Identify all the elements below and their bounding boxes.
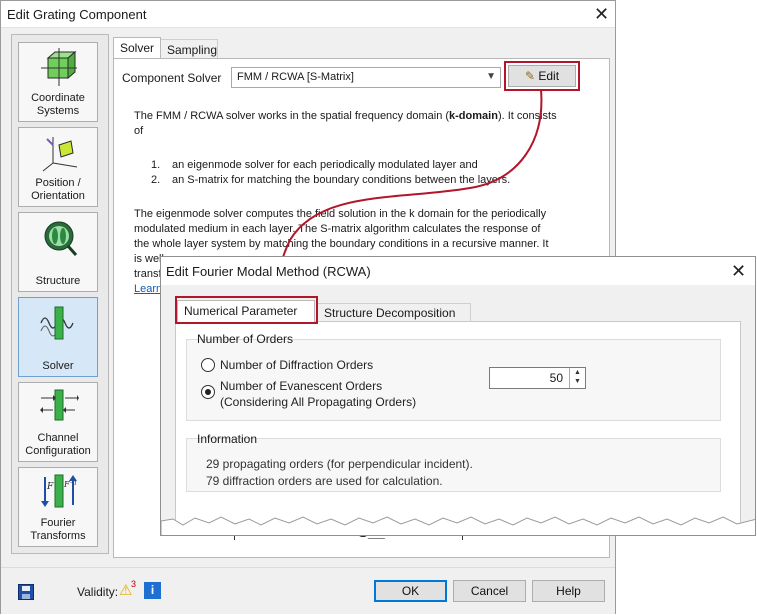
stepper-arrows[interactable]: ▲ ▼ — [569, 368, 585, 388]
close-icon[interactable]: ✕ — [731, 262, 746, 280]
stepper-value: 50 — [549, 371, 563, 385]
group-title: Information — [197, 432, 258, 446]
group-title: Number of Orders — [197, 332, 294, 346]
diffraction-orders-radio[interactable] — [201, 358, 215, 372]
tab-structure-decomposition[interactable]: Structure Decomposition — [317, 303, 471, 322]
tab-solver[interactable]: Solver — [113, 37, 161, 58]
evanescent-orders-stepper[interactable]: 50 ▲ ▼ — [489, 367, 586, 389]
dialog-title-bar: Edit Fourier Modal Method (RCWA) ✕ — [161, 257, 755, 285]
numerical-parameter-panel: Number of Orders Number of Diffraction O… — [175, 321, 741, 535]
tab-label: Solver — [120, 41, 155, 55]
option-label: Number of Diffraction Orders — [220, 358, 374, 372]
option-label: Number of Evanescent Orders — [220, 379, 383, 393]
dialog-title: Edit Fourier Modal Method (RCWA) — [166, 264, 371, 279]
tab-label: Structure Decomposition — [324, 306, 456, 320]
edit-fourier-modal-method-dialog: Edit Fourier Modal Method (RCWA) ✕ Numer… — [160, 256, 756, 536]
tab-highlight-frame — [175, 296, 318, 324]
info-diffraction: 79 diffraction orders are used for calcu… — [206, 474, 443, 488]
evanescent-orders-radio[interactable] — [201, 385, 215, 399]
info-propagating: 29 propagating orders (for perpendicular… — [206, 457, 473, 471]
option-sublabel: (Considering All Propagating Orders) — [220, 395, 417, 409]
torn-edge — [161, 516, 755, 535]
